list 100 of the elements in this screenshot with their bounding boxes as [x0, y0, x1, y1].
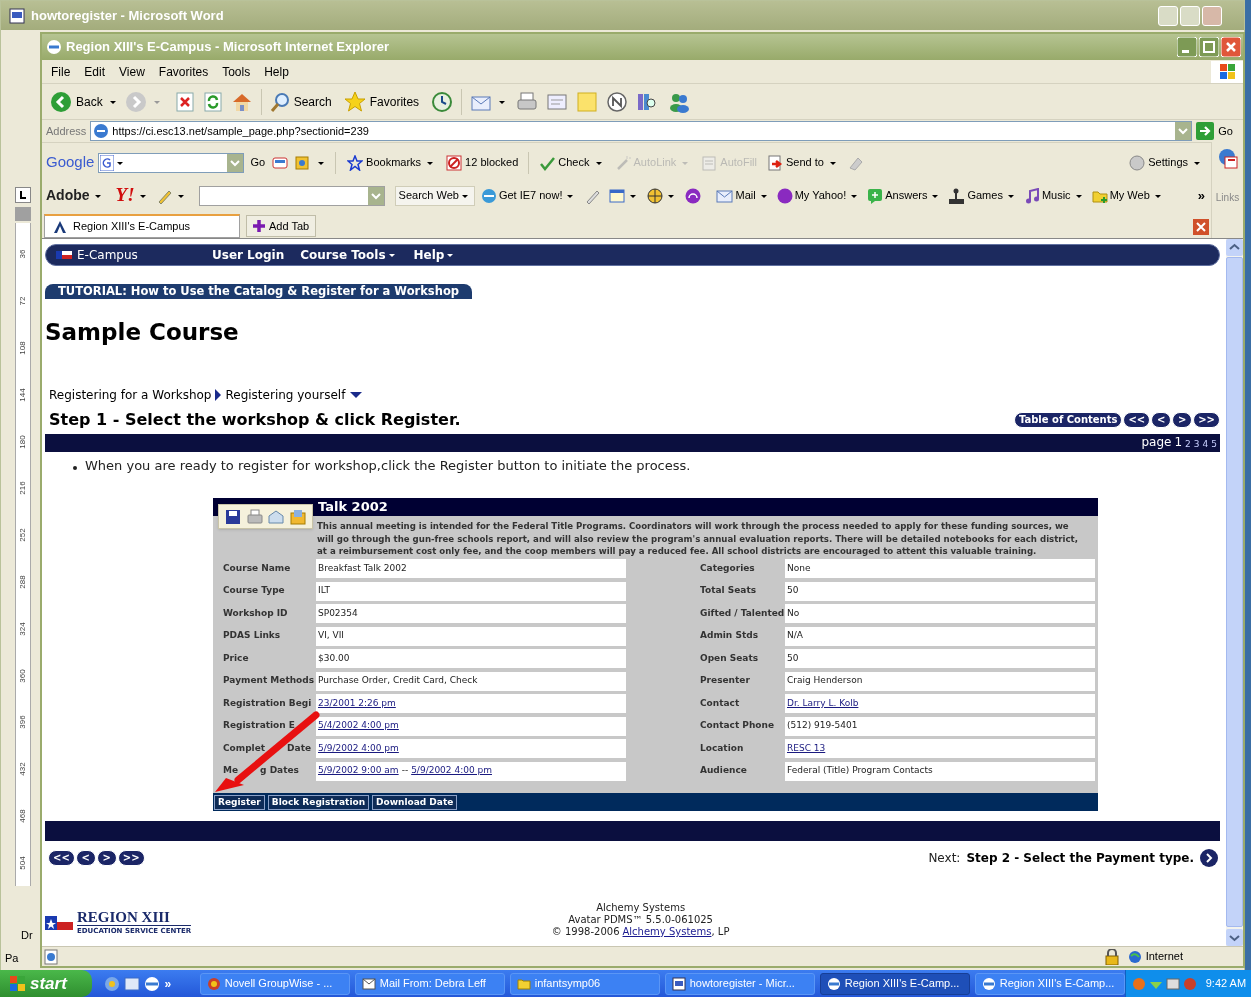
search-web-button[interactable]: Search Web — [394, 185, 475, 206]
action-button[interactable]: Register — [214, 794, 265, 810]
caret-icon[interactable] — [630, 192, 637, 199]
pager-button[interactable]: << — [48, 850, 75, 866]
caret-icon[interactable] — [567, 192, 574, 199]
page-number[interactable]: 5 — [1211, 437, 1217, 451]
close-icon[interactable] — [1221, 37, 1241, 57]
caret-icon[interactable] — [177, 192, 184, 199]
caret-icon[interactable] — [461, 192, 468, 199]
triangle-down-icon[interactable] — [350, 391, 363, 399]
caret-icon[interactable] — [668, 192, 675, 199]
caret-icon[interactable] — [117, 159, 124, 166]
stop-icon[interactable] — [174, 90, 195, 113]
quick-launch-icon[interactable] — [124, 975, 141, 992]
add-tab-button[interactable]: Add Tab — [246, 215, 317, 237]
toolbar-button[interactable]: My Yahoo! — [775, 187, 862, 204]
go-button[interactable]: Go — [1196, 122, 1239, 140]
folder-icon[interactable] — [290, 508, 307, 525]
page-number[interactable]: 2 — [1185, 437, 1191, 451]
caret-icon[interactable] — [318, 159, 325, 166]
browser-tab[interactable]: Region XIII's E-Campus — [44, 214, 240, 238]
date-link[interactable]: 5/4/2002 4:00 pm — [318, 719, 399, 733]
caret-icon[interactable] — [932, 192, 939, 199]
tab-selector-icon[interactable] — [15, 187, 31, 203]
date-link[interactable]: 5/9/2002 9:00 am — [318, 764, 399, 778]
toolbar-button[interactable]: Bookmarks — [344, 154, 440, 171]
page-number[interactable]: 1 — [1174, 433, 1183, 451]
close-tab-icon[interactable] — [1193, 219, 1209, 235]
action-button[interactable]: Download Date — [372, 794, 458, 810]
search-button[interactable]: Search — [269, 91, 332, 112]
save-icon[interactable] — [224, 508, 241, 525]
go-button[interactable]: Go — [248, 154, 268, 171]
taskbar-button[interactable]: Region XIII's E-Camp... — [974, 972, 1125, 995]
caret-icon[interactable] — [1007, 192, 1014, 199]
date-link[interactable]: Dr. Larry L. Kolb — [787, 696, 859, 711]
search-field[interactable] — [198, 185, 385, 206]
caret-icon[interactable] — [595, 159, 602, 166]
date-link[interactable]: 5/9/2002 4:00 pm — [411, 764, 492, 778]
toolbar-button[interactable]: Get IE7 now! — [479, 187, 578, 204]
maximize-icon[interactable] — [1199, 37, 1219, 57]
printer-icon[interactable] — [516, 90, 539, 113]
mail-icon[interactable] — [268, 508, 285, 525]
caret-icon[interactable] — [1194, 159, 1200, 166]
yahoo-logo[interactable]: Y! — [115, 181, 135, 210]
breadcrumb-link[interactable]: Registering yourself — [225, 386, 346, 404]
caret-icon[interactable] — [499, 98, 506, 105]
taskbar-button[interactable]: infantsymp06 — [509, 972, 660, 995]
more-chevron[interactable]: » — [1197, 185, 1205, 206]
toolbar-button[interactable]: Send to — [764, 154, 842, 171]
caret-icon[interactable] — [94, 192, 101, 199]
date-link[interactable]: 5/9/2002 4:00 pm — [318, 741, 399, 756]
more-chevron[interactable]: » — [164, 974, 172, 993]
taskbar-button[interactable]: Region XIII's E-Camp... — [819, 972, 970, 995]
table-of-contents-button[interactable]: Table of Contents — [1013, 412, 1123, 428]
scroll-up-icon[interactable] — [1226, 239, 1243, 256]
history-icon[interactable] — [431, 90, 454, 113]
globe-icon[interactable] — [647, 187, 664, 204]
pager-button[interactable]: > — [96, 850, 117, 866]
browser-icon[interactable] — [144, 975, 161, 992]
printer-icon[interactable] — [246, 508, 263, 525]
caret-icon[interactable] — [388, 252, 395, 258]
caret-icon[interactable] — [829, 159, 836, 166]
nav-menu-item[interactable]: User Login — [212, 246, 285, 264]
menu-item[interactable]: File — [44, 62, 78, 81]
caret-icon[interactable] — [109, 98, 116, 105]
next-button-icon[interactable] — [1198, 849, 1220, 867]
date-link[interactable]: 23/2001 2:26 pm — [318, 696, 396, 711]
menu-item[interactable]: Tools — [215, 62, 258, 81]
next-step-link[interactable]: Step 2 - Select the Payment type. — [966, 849, 1194, 867]
page-number[interactable]: 4 — [1202, 437, 1209, 451]
taskbar-button[interactable]: howtoregister - Micr... — [664, 972, 815, 995]
toolbar-button[interactable]: Mail — [715, 187, 771, 204]
menu-item[interactable]: View — [112, 62, 152, 81]
action-button[interactable]: Block Registration — [267, 794, 370, 810]
menu-item[interactable]: Help — [257, 62, 296, 81]
toolbar-button[interactable]: Check — [536, 154, 608, 171]
caret-icon[interactable] — [1154, 192, 1161, 199]
pager-button[interactable]: < — [75, 850, 96, 866]
favorites-button[interactable]: Favorites — [343, 90, 420, 113]
nav-menu-item[interactable]: Course Tools — [300, 246, 398, 264]
caret-icon[interactable] — [139, 192, 146, 199]
pager-button[interactable]: > — [1172, 412, 1193, 428]
toolbar-button[interactable]: 12 blocked — [443, 154, 522, 171]
adobe-logo[interactable]: Adobe — [46, 185, 90, 206]
pager-button[interactable]: < — [1151, 412, 1172, 428]
dropdown-icon[interactable] — [1175, 122, 1192, 140]
quick-launch-icon[interactable] — [104, 975, 121, 992]
scroll-down-icon[interactable] — [1226, 929, 1243, 946]
caret-icon[interactable] — [851, 192, 858, 199]
caret-icon[interactable] — [427, 159, 434, 166]
pager-button[interactable]: >> — [1193, 412, 1220, 428]
address-field[interactable]: https://ci.esc13.net/sample_page.php?sectionid=239 — [90, 121, 1193, 141]
caret-icon[interactable] — [1075, 192, 1082, 199]
toolbar-button[interactable]: Answers — [866, 187, 943, 204]
settings-button[interactable]: Settings — [1129, 154, 1211, 171]
menu-item[interactable]: Favorites — [151, 62, 216, 81]
back-button[interactable]: Back — [48, 90, 121, 113]
taskbar-button[interactable]: Novell GroupWise - ... — [199, 972, 350, 995]
page-number[interactable]: 3 — [1193, 437, 1200, 451]
date-link[interactable]: RESC 13 — [787, 741, 826, 756]
